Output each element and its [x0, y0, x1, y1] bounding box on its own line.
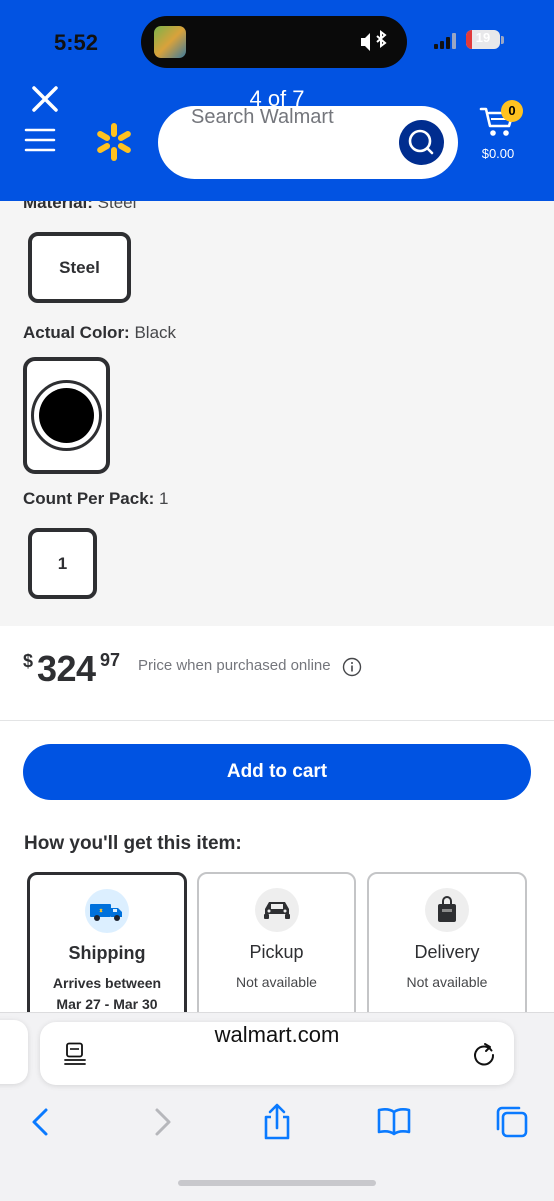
- battery-percent: 19: [475, 30, 491, 45]
- status-time: 5:52: [54, 30, 99, 55]
- color-label: Actual Color: Black: [23, 323, 177, 342]
- walmart-spark-logo[interactable]: [94, 122, 134, 162]
- material-label: Material: Steel: [23, 201, 137, 212]
- divider: [0, 720, 554, 721]
- reload-icon[interactable]: [471, 1041, 497, 1067]
- cart-count-badge: 0: [501, 100, 523, 122]
- variant-section: Material: Steel Steel Actual Color: Blac…: [0, 201, 554, 626]
- fulfillment-option-shipping[interactable]: Shipping Arrives between Mar 27 - Mar 30: [27, 872, 187, 1032]
- price-dollars: 324: [37, 648, 96, 689]
- count-option-1[interactable]: 1: [28, 528, 97, 599]
- fulfillment-title: Shipping: [68, 943, 146, 963]
- price-note: Price when purchased online: [138, 657, 331, 674]
- menu-icon[interactable]: [24, 127, 56, 153]
- color-swatch-ring: [31, 380, 102, 451]
- fulfillment-option-delivery[interactable]: Delivery Not available: [367, 872, 527, 1032]
- dynamic-island: [141, 16, 407, 68]
- search-button[interactable]: [399, 120, 444, 165]
- fulfillment-subtitle: Arrives between Mar 27 - Mar 30: [52, 975, 162, 1012]
- bag-icon: [425, 888, 469, 932]
- forward-icon[interactable]: [141, 1102, 181, 1142]
- search-input[interactable]: Search Walmart: [158, 106, 458, 179]
- search-placeholder: Search Walmart: [191, 106, 334, 128]
- url-text: walmart.com: [214, 1022, 340, 1047]
- address-bar[interactable]: walmart.com: [40, 1022, 514, 1085]
- price-currency: $: [23, 651, 34, 671]
- fulfillment-option-pickup[interactable]: Pickup Not available: [197, 872, 356, 1032]
- back-icon[interactable]: [22, 1102, 62, 1142]
- truck-icon: [85, 889, 129, 933]
- search-icon: [408, 129, 434, 155]
- battery-tip: [501, 36, 504, 44]
- fulfillment-subtitle: Not available: [236, 974, 317, 990]
- bookmarks-icon[interactable]: [374, 1102, 414, 1142]
- now-playing-thumbnail: [154, 26, 186, 58]
- battery-icon: 19: [466, 30, 500, 49]
- cart-total: $0.00: [481, 146, 515, 161]
- info-icon[interactable]: [342, 657, 362, 677]
- home-indicator: [178, 1180, 376, 1186]
- color-option-black[interactable]: [23, 357, 110, 474]
- fulfillment-subtitle: Not available: [406, 974, 488, 990]
- fulfillment-title: Pickup: [249, 942, 304, 962]
- fulfillment-heading: How you'll get this item:: [24, 833, 242, 854]
- bluetooth-mute-icon: [361, 30, 387, 51]
- close-icon[interactable]: [30, 84, 60, 114]
- add-to-cart-button[interactable]: Add to cart: [23, 744, 531, 800]
- share-icon[interactable]: [257, 1102, 297, 1142]
- count-label: Count Per Pack: 1: [23, 489, 169, 508]
- price-cents: 97: [100, 650, 121, 670]
- car-icon: [254, 888, 299, 932]
- previous-tab-preview[interactable]: [0, 1020, 28, 1084]
- material-option-steel[interactable]: Steel: [28, 232, 131, 303]
- fulfillment-title: Delivery: [414, 942, 480, 962]
- color-swatch: [39, 388, 94, 443]
- tabs-icon[interactable]: [492, 1102, 532, 1142]
- cellular-signal-icon: [434, 33, 456, 49]
